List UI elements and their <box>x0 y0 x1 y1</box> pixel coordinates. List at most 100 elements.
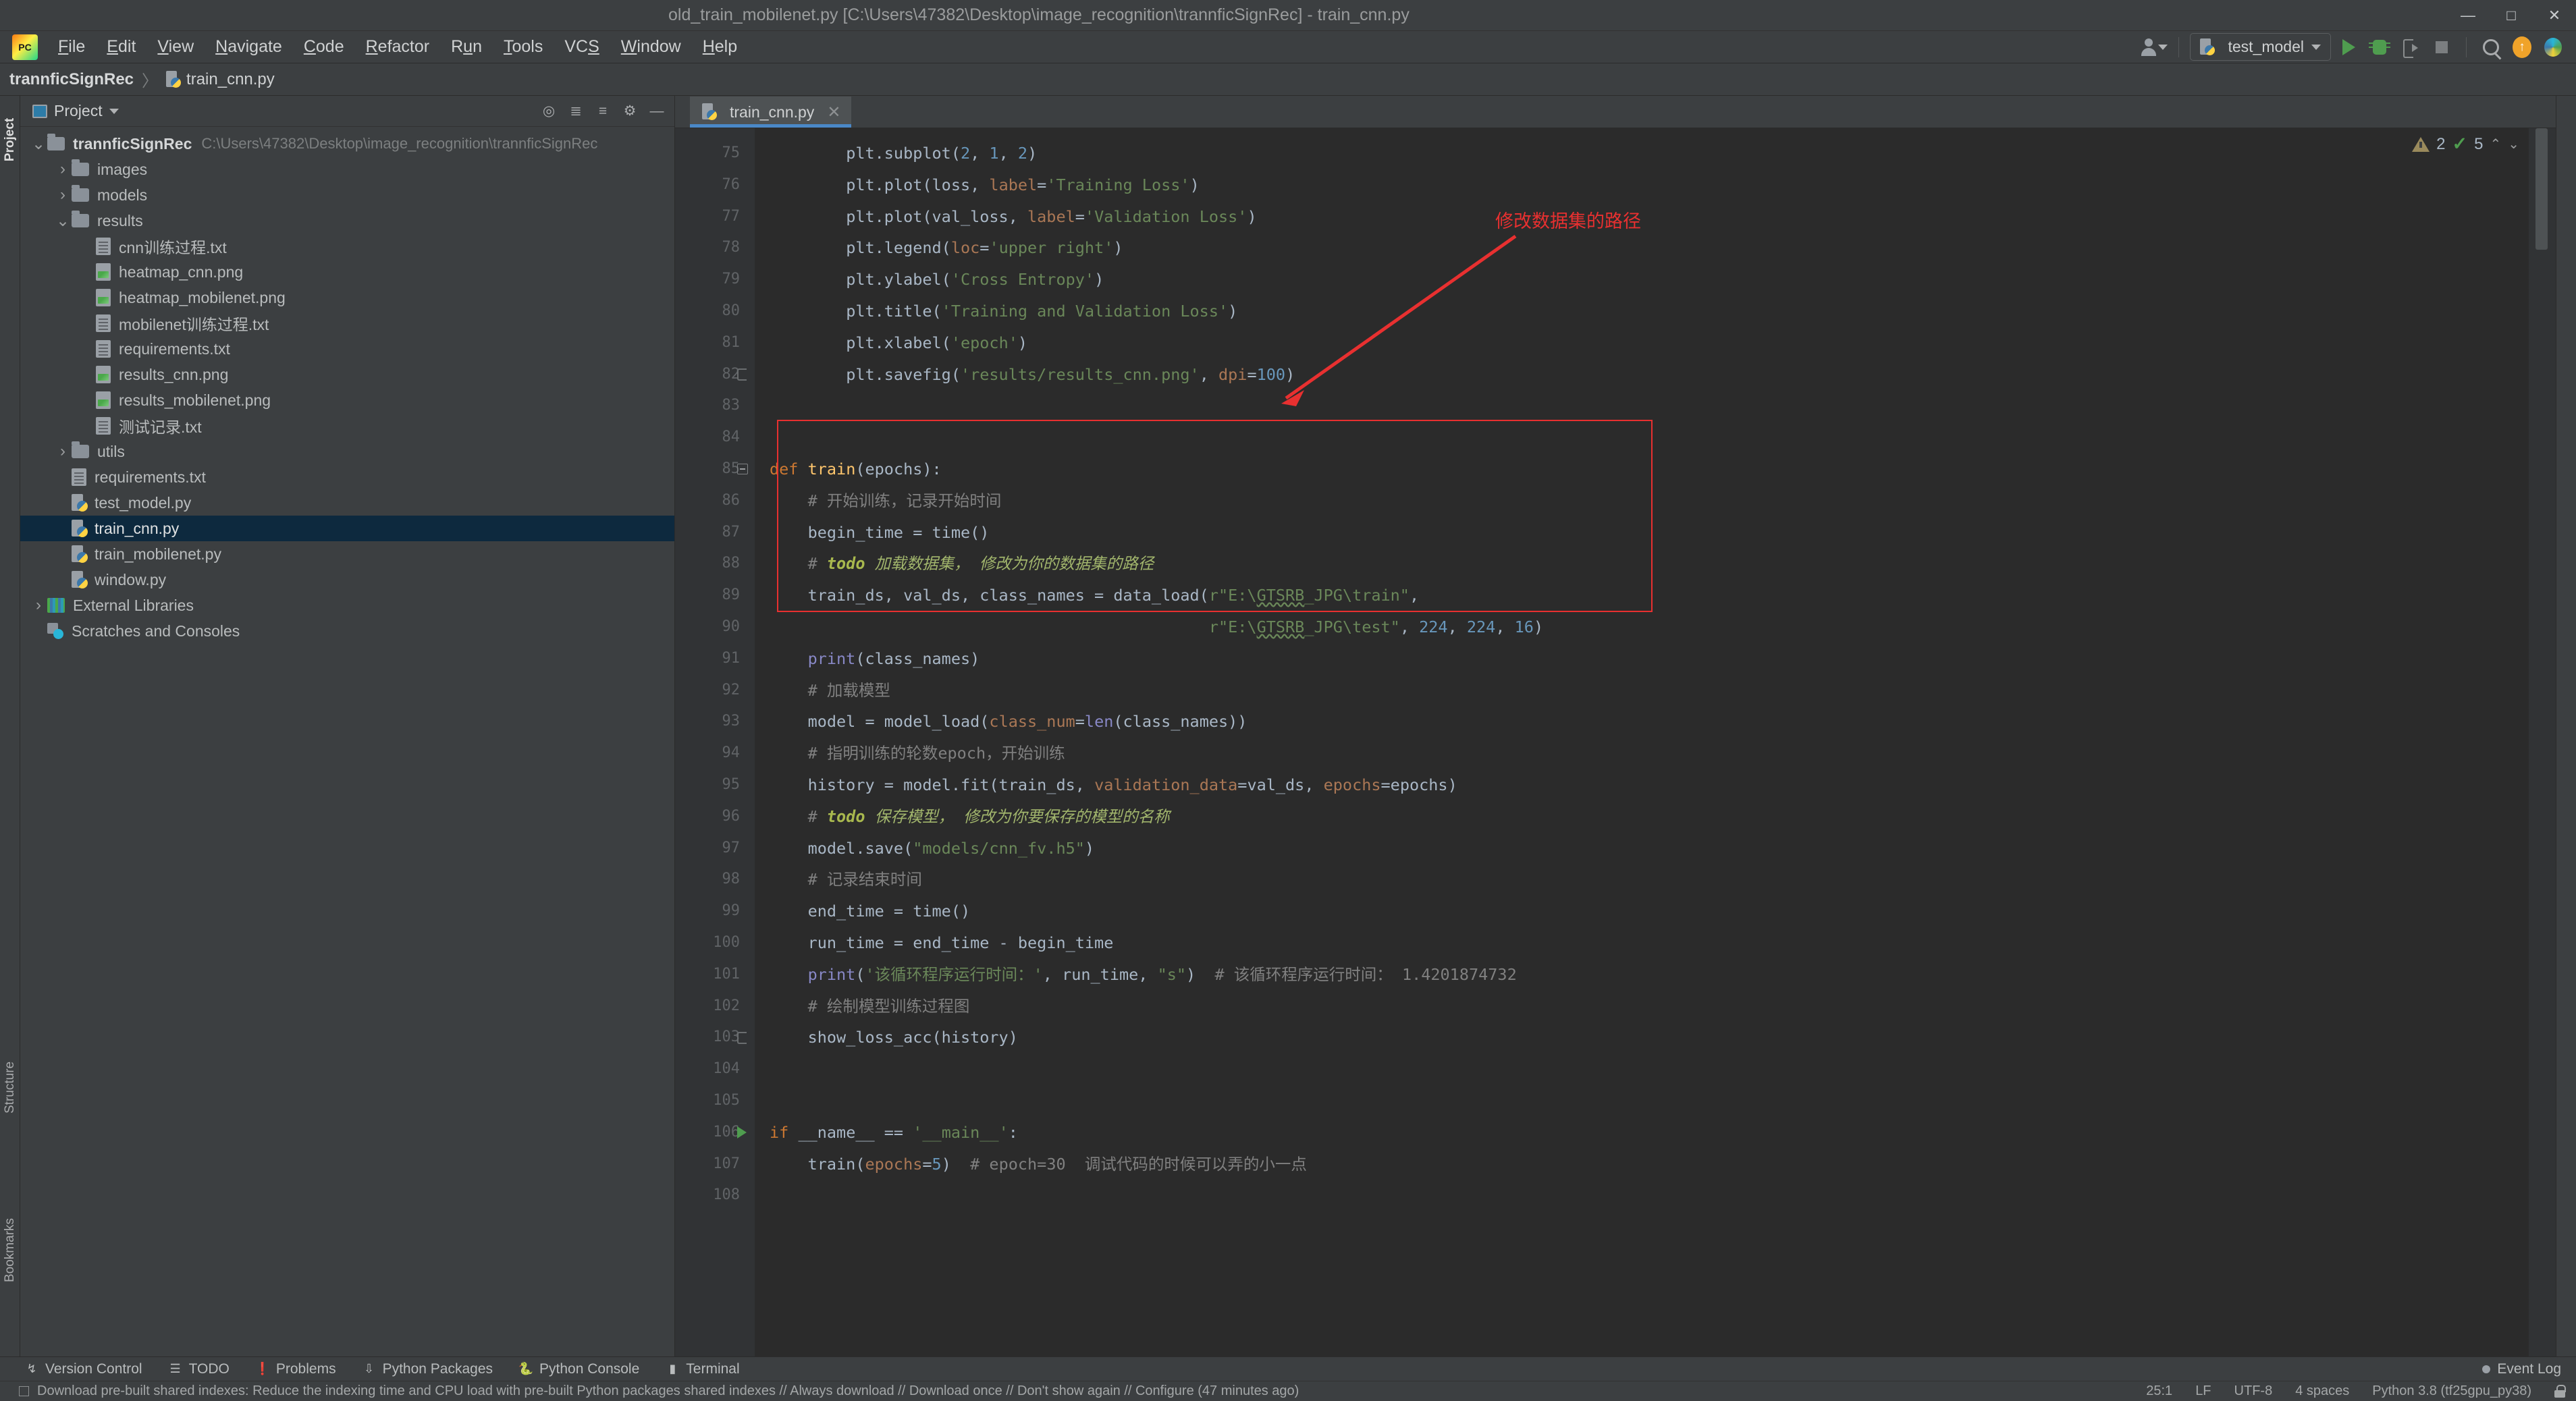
line-number-75[interactable]: 75 <box>675 138 755 169</box>
run-with-coverage-button[interactable] <box>2397 34 2424 61</box>
tree-item-heatmap-cnn-png[interactable]: heatmap_cnn.png <box>20 259 674 285</box>
tree-item-results-cnn-png[interactable]: results_cnn.png <box>20 362 674 387</box>
line-number-86[interactable]: 86 <box>675 485 755 517</box>
expand-all-icon[interactable]: ≣ <box>564 99 588 123</box>
tool-tab-structure[interactable]: Structure <box>3 1062 18 1114</box>
line-number-97[interactable]: 97 <box>675 833 755 864</box>
line-number-105[interactable]: 105 <box>675 1085 755 1117</box>
line-number-85[interactable]: 85 <box>675 454 755 485</box>
line-number-81[interactable]: 81 <box>675 327 755 359</box>
menu-navigate[interactable]: Navigate <box>205 33 293 61</box>
code-line-100[interactable]: run_time = end_time - begin_time <box>755 927 2529 959</box>
update-project-icon[interactable]: ↑ <box>2508 34 2535 61</box>
line-number-79[interactable]: 79 <box>675 264 755 296</box>
line-number-102[interactable]: 102 <box>675 991 755 1022</box>
fold-collapse-icon[interactable] <box>737 464 748 475</box>
line-number-104[interactable]: 104 <box>675 1053 755 1085</box>
collapse-all-icon[interactable]: ≡ <box>591 99 615 123</box>
line-number-87[interactable]: 87 <box>675 517 755 549</box>
code-line-95[interactable]: history = model.fit(train_ds, validation… <box>755 769 2529 801</box>
tool-version-control[interactable]: ↯ Version Control <box>24 1361 142 1377</box>
chevron-right-icon[interactable]: › <box>54 160 72 179</box>
tree-item-requirements-txt[interactable]: requirements.txt <box>20 464 674 490</box>
code-line-90[interactable]: r"E:\GTSRB_JPG\test", 224, 224, 16) <box>755 611 2529 643</box>
line-number-107[interactable]: 107 <box>675 1149 755 1180</box>
breadcrumb-project[interactable]: trannficSignRec <box>9 70 134 89</box>
code-line-99[interactable]: end_time = time() <box>755 896 2529 927</box>
breadcrumb-file[interactable]: train_cnn.py <box>186 70 275 89</box>
tree-item-test-model-py[interactable]: test_model.py <box>20 490 674 516</box>
tree-item-heatmap-mobilenet-png[interactable]: heatmap_mobilenet.png <box>20 285 674 310</box>
line-number-99[interactable]: 99 <box>675 896 755 927</box>
code-line-84[interactable] <box>755 422 2529 454</box>
tree-item-cnn-txt[interactable]: cnn训练过程.txt <box>20 234 674 259</box>
close-button[interactable]: ✕ <box>2533 0 2576 31</box>
tree-item-train-mobilenet-py[interactable]: train_mobilenet.py <box>20 541 674 567</box>
code-line-91[interactable]: print(class_names) <box>755 643 2529 675</box>
line-number-77[interactable]: 77 <box>675 201 755 233</box>
checkbox-icon[interactable] <box>19 1386 29 1396</box>
code-line-97[interactable]: model.save("models/cnn_fv.h5") <box>755 833 2529 864</box>
code-line-82[interactable]: plt.savefig('results/results_cnn.png', d… <box>755 359 2529 391</box>
line-number-gutter[interactable]: 75 76 77 78 79 80 81 82 83 84 85 86 87 88 89 90 91 92 93 94… <box>675 128 755 1356</box>
tool-python-packages[interactable]: ⇩ Python Packages <box>362 1361 493 1377</box>
hide-panel-icon[interactable]: — <box>645 99 669 123</box>
editor-scrollbar[interactable] <box>2529 128 2556 1356</box>
code-line-88[interactable]: # todo 加载数据集， 修改为你的数据集的路径 <box>755 548 2529 580</box>
menu-code[interactable]: Code <box>293 33 355 61</box>
code-line-83[interactable] <box>755 390 2529 422</box>
tree-item-results[interactable]: ⌄ results <box>20 208 674 234</box>
code-line-102[interactable]: # 绘制模型训练过程图 <box>755 991 2529 1022</box>
code-line-77[interactable]: plt.plot(val_loss, label='Validation Los… <box>755 201 2529 233</box>
caret-position[interactable]: 25:1 <box>2146 1383 2172 1399</box>
close-icon[interactable]: ✕ <box>827 103 840 122</box>
user-account-icon[interactable] <box>2141 34 2168 61</box>
line-number-96[interactable]: 96 <box>675 801 755 833</box>
chevron-right-icon[interactable]: › <box>30 596 47 615</box>
scrollbar-thumb[interactable] <box>2535 128 2548 250</box>
lock-icon[interactable] <box>2554 1385 2566 1398</box>
tree-item-models[interactable]: › models <box>20 182 674 208</box>
tree-item-results-mobilenet-png[interactable]: results_mobilenet.png <box>20 387 674 413</box>
tree-item-external-libraries[interactable]: › External Libraries <box>20 593 674 618</box>
code-line-98[interactable]: # 记录结束时间 <box>755 864 2529 896</box>
editor-tab-train-cnn[interactable]: train_cnn.py ✕ <box>690 97 852 128</box>
indent-setting[interactable]: 4 spaces <box>2295 1383 2349 1399</box>
menu-view[interactable]: View <box>146 33 205 61</box>
line-number-98[interactable]: 98 <box>675 864 755 896</box>
code-line-103[interactable]: show_loss_acc(history) <box>755 1022 2529 1053</box>
code-line-85[interactable]: def train(epochs): <box>755 454 2529 485</box>
tree-item--txt[interactable]: 测试记录.txt <box>20 413 674 439</box>
code-line-92[interactable]: # 加载模型 <box>755 675 2529 707</box>
tree-item-train-cnn-py[interactable]: train_cnn.py <box>20 516 674 541</box>
code-line-94[interactable]: # 指明训练的轮数epoch，开始训练 <box>755 738 2529 769</box>
line-number-88[interactable]: 88 <box>675 548 755 580</box>
code-line-104[interactable] <box>755 1053 2529 1085</box>
run-line-icon[interactable] <box>737 1126 747 1139</box>
tool-problems[interactable]: ❗ Problems <box>255 1361 336 1377</box>
code-line-101[interactable]: print('该循环程序运行时间：', run_time, "s") # 该循环… <box>755 959 2529 991</box>
menu-window[interactable]: Window <box>610 33 692 61</box>
line-number-94[interactable]: 94 <box>675 738 755 769</box>
previous-problem-icon[interactable]: ⌃ <box>2490 136 2501 153</box>
line-number-80[interactable]: 80 <box>675 296 755 327</box>
menu-vcs[interactable]: VCS <box>554 33 610 61</box>
debug-button[interactable] <box>2366 34 2393 61</box>
code-line-106[interactable]: if __name__ == '__main__': <box>755 1117 2529 1149</box>
line-number-95[interactable]: 95 <box>675 769 755 801</box>
line-number-78[interactable]: 78 <box>675 232 755 264</box>
menu-edit[interactable]: Edit <box>96 33 146 61</box>
code-line-96[interactable]: # todo 保存模型， 修改为你要保存的模型的名称 <box>755 801 2529 833</box>
minimize-button[interactable]: — <box>2446 0 2490 31</box>
run-button[interactable] <box>2335 34 2362 61</box>
select-opened-file-icon[interactable]: ◎ <box>537 99 561 123</box>
project-tree[interactable]: ⌄ trannficSignRec C:\Users\47382\Desktop\i… <box>20 127 674 1356</box>
code-line-108[interactable] <box>755 1180 2529 1211</box>
code-line-81[interactable]: plt.xlabel('epoch') <box>755 327 2529 359</box>
fold-end-icon[interactable] <box>737 1031 747 1044</box>
line-number-91[interactable]: 91 <box>675 643 755 675</box>
maximize-button[interactable]: □ <box>2490 0 2533 31</box>
status-message-area[interactable]: Download pre-built shared indexes: Reduc… <box>19 1383 1299 1399</box>
tree-item-images[interactable]: › images <box>20 157 674 182</box>
code-line-107[interactable]: train(epochs=5) # epoch=30 调试代码的时候可以弄的小一… <box>755 1149 2529 1180</box>
